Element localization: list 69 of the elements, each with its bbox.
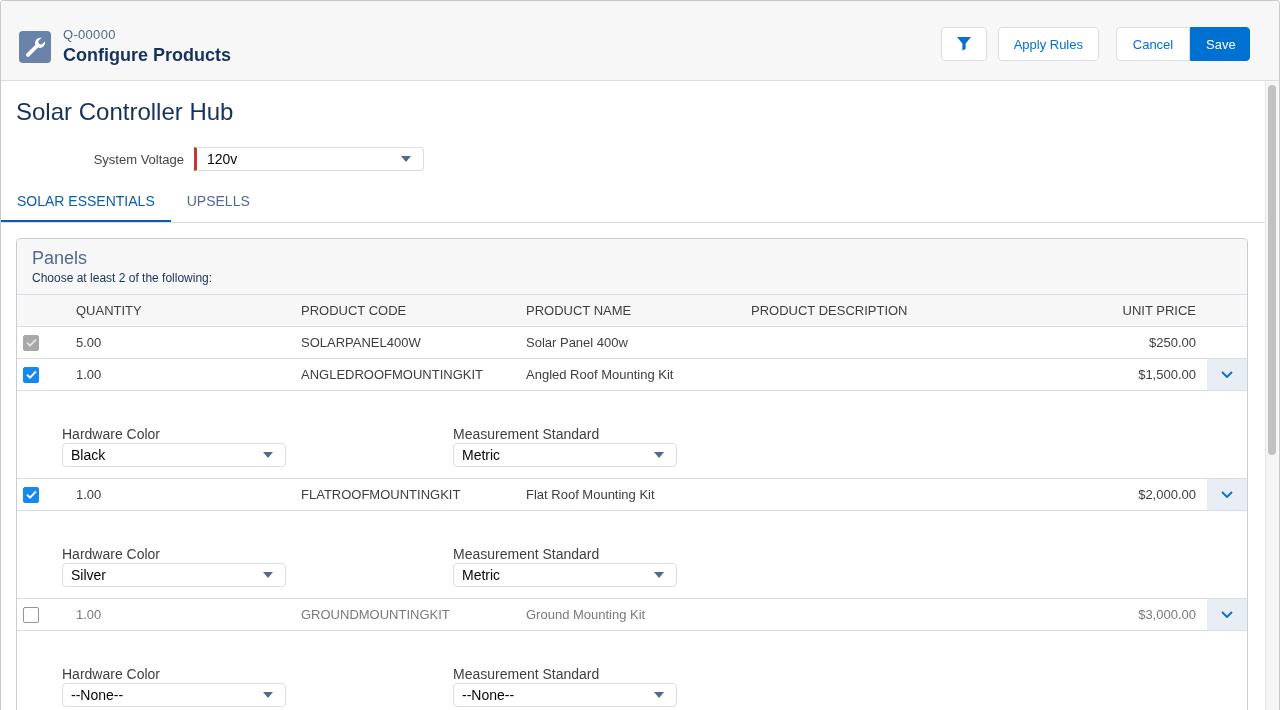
dropdown-arrow-icon xyxy=(654,572,664,578)
product-name: Ground Mounting Kit xyxy=(526,607,646,622)
product-name: Angled Roof Mounting Kit xyxy=(526,367,674,382)
expand-button[interactable] xyxy=(1207,599,1247,630)
chevron-down-icon xyxy=(1221,611,1233,618)
column-header: PRODUCT CODE xyxy=(301,303,408,318)
tab[interactable]: UPSELLS xyxy=(170,180,266,222)
picklist[interactable]: Black xyxy=(62,443,286,467)
field-label: System Voltage xyxy=(92,151,184,167)
column-header: PRODUCT NAME xyxy=(526,303,633,318)
field-label: Measurement Standard xyxy=(453,546,600,563)
quantity-value: 1.00 xyxy=(76,367,102,382)
product-code: GROUNDMOUNTINGKIT xyxy=(301,607,450,622)
dropdown-arrow-icon xyxy=(401,156,411,162)
column-header: UNIT PRICE xyxy=(1121,303,1197,318)
filter-button[interactable] xyxy=(940,27,987,61)
field-label: Measurement Standard xyxy=(453,666,600,683)
tab[interactable]: SOLAR ESSENTIALS xyxy=(1,180,171,222)
field-label: Hardware Color xyxy=(62,426,161,443)
dropdown-arrow-icon xyxy=(654,692,664,698)
product-title: Solar Controller Hub xyxy=(15,97,235,127)
field-label: Measurement Standard xyxy=(453,426,600,443)
save-button[interactable]: Save xyxy=(1190,27,1250,61)
row-checkbox[interactable] xyxy=(23,366,39,383)
quantity-value: 1.00 xyxy=(76,607,102,622)
wrench-icon xyxy=(19,31,51,63)
dropdown-arrow-icon xyxy=(263,452,273,458)
product-code: ANGLEDROOFMOUNTINGKIT xyxy=(301,367,483,382)
unit-price: $3,000.00 xyxy=(1138,607,1196,622)
scrollbar[interactable] xyxy=(1265,81,1279,710)
section-instructions: Choose at least 2 of the following: xyxy=(32,270,214,286)
picklist[interactable]: Metric xyxy=(453,443,677,467)
picklist[interactable]: --None-- xyxy=(453,683,677,707)
column-header: QUANTITY xyxy=(76,303,143,318)
chevron-down-icon xyxy=(1221,371,1233,378)
record-number: Q-00000 xyxy=(63,27,117,43)
dropdown-arrow-icon xyxy=(263,572,273,578)
quantity-value: 5.00 xyxy=(76,335,102,350)
cancel-button[interactable]: Cancel xyxy=(1116,27,1190,61)
field-label: Hardware Color xyxy=(62,666,161,683)
field-label: Hardware Color xyxy=(62,546,161,563)
picklist[interactable]: 120v xyxy=(194,147,424,171)
checkmark-icon xyxy=(25,338,37,347)
checkmark-icon xyxy=(25,490,37,499)
row-checkbox[interactable] xyxy=(23,606,39,623)
section-title: Panels xyxy=(32,247,89,270)
scrollbar-thumb[interactable] xyxy=(1268,85,1276,455)
checkmark-icon xyxy=(25,370,37,379)
unit-price: $2,000.00 xyxy=(1138,487,1196,502)
product-code: SOLARPANEL400W xyxy=(301,335,421,350)
expand-button[interactable] xyxy=(1207,479,1247,510)
picklist[interactable]: Metric xyxy=(453,563,677,587)
expand-button[interactable] xyxy=(1207,359,1247,390)
picklist[interactable]: --None-- xyxy=(62,683,286,707)
picklist[interactable]: Silver xyxy=(62,563,286,587)
product-name: Solar Panel 400w xyxy=(526,335,628,350)
row-checkbox[interactable] xyxy=(23,486,39,503)
dropdown-arrow-icon xyxy=(263,692,273,698)
unit-price: $1,500.00 xyxy=(1138,367,1196,382)
column-header: PRODUCT DESCRIPTION xyxy=(751,303,909,318)
product-name: Flat Roof Mounting Kit xyxy=(526,487,655,502)
apply-rules-button[interactable]: Apply Rules xyxy=(997,27,1099,61)
dropdown-arrow-icon xyxy=(654,452,664,458)
quantity-value: 1.00 xyxy=(76,487,102,502)
chevron-down-icon xyxy=(1221,491,1233,498)
filter-icon xyxy=(956,37,971,51)
unit-price: $250.00 xyxy=(1149,335,1196,350)
product-code: FLATROOFMOUNTINGKIT xyxy=(301,487,461,502)
page-title: Configure Products xyxy=(63,44,231,67)
